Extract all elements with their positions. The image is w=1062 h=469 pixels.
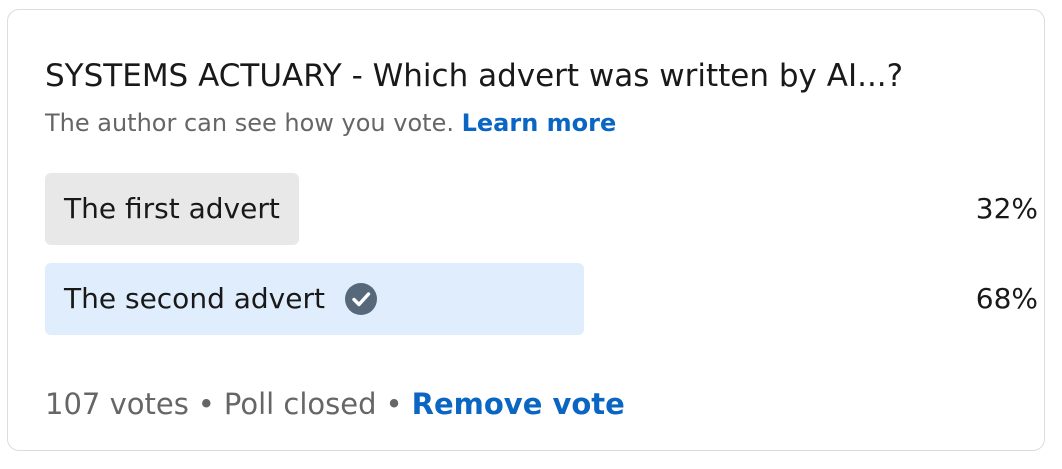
visibility-note-text: The author can see how you vote. — [45, 109, 454, 137]
poll-visibility-note: The author can see how you vote. Learn m… — [45, 108, 616, 138]
footer-separator: • — [385, 387, 403, 421]
poll-option-second[interactable]: The second advert 68% — [45, 263, 1038, 335]
option-label: The second advert — [64, 282, 325, 315]
poll-footer: 107 votes • Poll closed • Remove vote — [45, 384, 625, 424]
footer-separator: • — [197, 387, 215, 421]
poll-title: SYSTEMS ACTUARY - Which advert was writt… — [45, 58, 904, 94]
checkmark-circle-icon — [344, 283, 377, 315]
option-label-wrapper: The second advert — [64, 263, 377, 335]
option-percentage: 32% — [975, 192, 1038, 225]
remove-vote-link[interactable]: Remove vote — [412, 387, 625, 421]
option-label: The first advert — [64, 192, 280, 225]
learn-more-link[interactable]: Learn more — [462, 109, 617, 137]
poll-status: Poll closed — [223, 387, 377, 421]
poll-option-first[interactable]: The first advert 32% — [45, 173, 1038, 245]
vote-count: 107 votes — [45, 387, 189, 421]
option-label-wrapper: The first advert — [64, 173, 280, 245]
poll-card: SYSTEMS ACTUARY - Which advert was writt… — [7, 9, 1045, 451]
option-percentage: 68% — [975, 282, 1038, 315]
